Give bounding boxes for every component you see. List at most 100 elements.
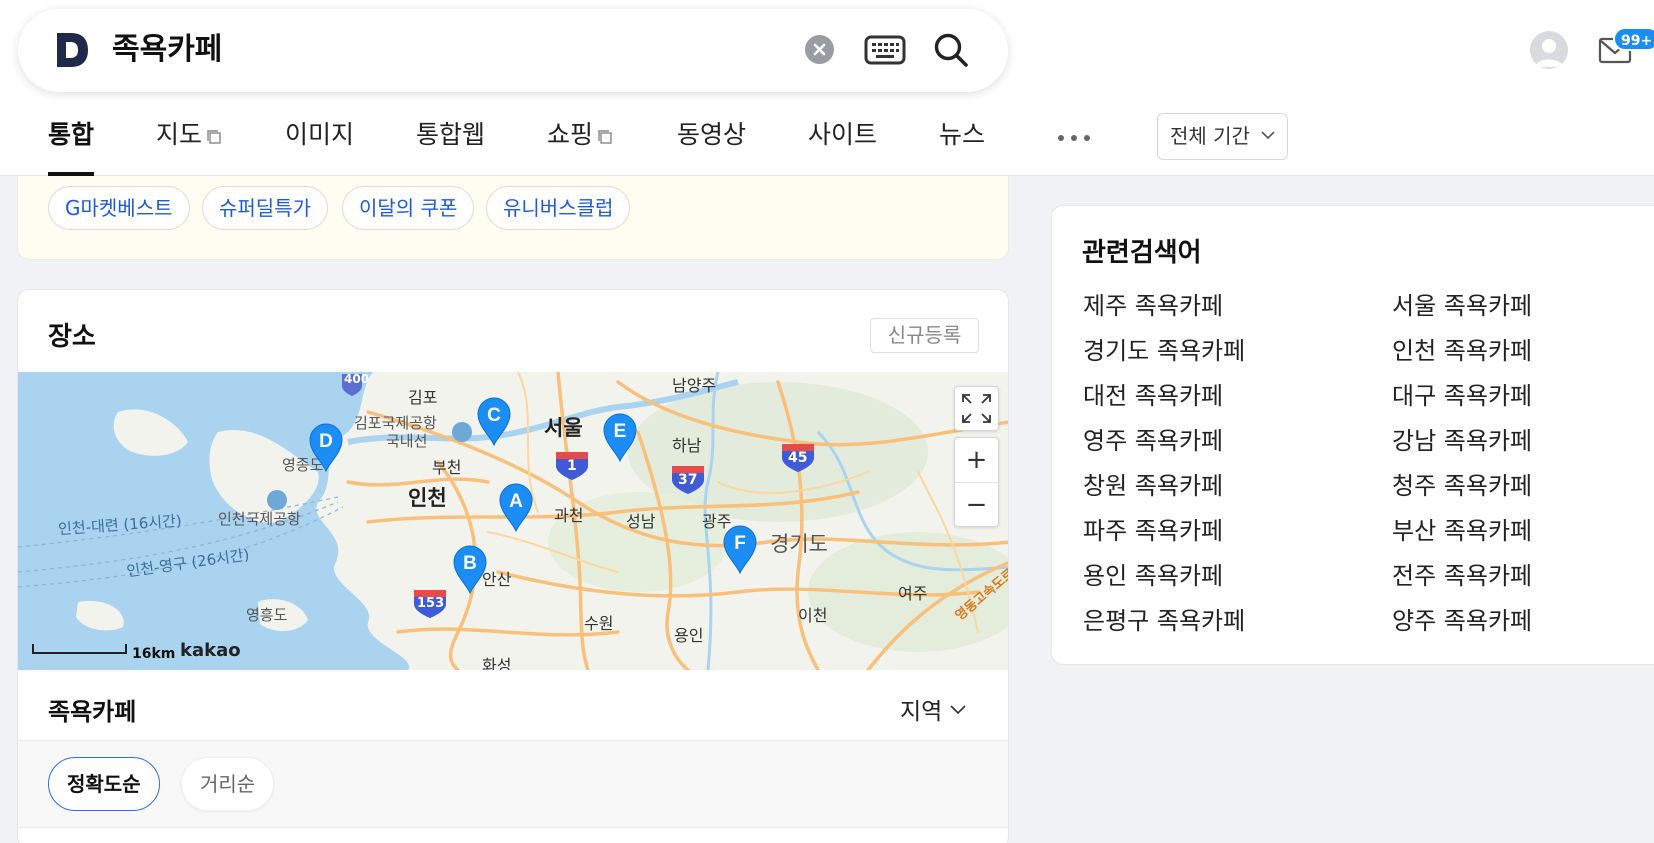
shopping-chip-bar: G마켓베스트 슈퍼딜특가 이달의 쿠폰 유니버스클럽 xyxy=(17,176,1009,260)
route-1-label: 1 xyxy=(567,458,577,474)
route-37-label: 37 xyxy=(678,472,698,488)
place-title: 장소 xyxy=(48,322,96,352)
related-searches-title: 관련검색어 xyxy=(1082,238,1202,268)
related-item[interactable]: 부산 족욕카페 xyxy=(1392,511,1532,546)
search-tabs: 통합 지도 이미지 통합웹 쇼핑 동영상 사이트 뉴스 xyxy=(0,112,1300,176)
related-item[interactable]: 청주 족욕카페 xyxy=(1392,466,1532,501)
related-item[interactable]: 양주 족욕카페 xyxy=(1392,601,1532,636)
related-item[interactable]: 대전 족욕카페 xyxy=(1083,376,1223,411)
map-pin-d[interactable]: D xyxy=(308,422,344,472)
map-label-yeoju: 여주 xyxy=(898,584,928,603)
close-icon xyxy=(813,43,826,56)
tab-map[interactable]: 지도 xyxy=(156,112,222,176)
map-label-gyeonggido: 경기도 xyxy=(770,532,828,556)
tab-web[interactable]: 통합웹 xyxy=(416,112,485,176)
related-item[interactable]: 전주 족욕카페 xyxy=(1392,556,1532,591)
chip-gmarket-best[interactable]: G마켓베스트 xyxy=(48,186,190,230)
related-item[interactable]: 파주 족욕카페 xyxy=(1083,511,1223,546)
external-link-icon xyxy=(207,130,221,144)
search-header: 족욕카페 99+ 통합 지도 이미지 통합웹 쇼핑 동영상 사이트 뉴스 전체 … xyxy=(0,0,1654,176)
tab-shopping[interactable]: 쇼핑 xyxy=(547,112,613,176)
map-label-suwon: 수원 xyxy=(584,614,614,633)
clear-search-button[interactable] xyxy=(805,35,834,64)
related-item[interactable]: 서울 족욕카페 xyxy=(1392,286,1532,321)
tab-integrated[interactable]: 통합 xyxy=(48,112,95,176)
map-label-namyangju: 남양주 xyxy=(672,376,717,395)
place-list-title: 족욕카페 xyxy=(48,698,137,726)
zoom-in-button[interactable]: + xyxy=(955,438,998,482)
chip-universe-club[interactable]: 유니버스클럽 xyxy=(486,186,631,230)
map-label-yongin: 용인 xyxy=(674,626,704,645)
related-searches-card: 관련검색어 제주 족욕카페 서울 족욕카페 경기도 족욕카페 인천 족욕카페 대… xyxy=(1051,205,1654,665)
map-view[interactable]: 400 1 37 45 153 김포 김포국제공항 국내선 서울 남양주 하남 … xyxy=(18,372,1008,670)
related-item[interactable]: 창원 족욕카페 xyxy=(1083,466,1223,501)
period-filter-dropdown[interactable]: 전체 기간 xyxy=(1157,113,1288,160)
map-label-yeongheungdo: 영흥도 xyxy=(246,606,288,624)
related-item[interactable]: 용인 족욕카페 xyxy=(1083,556,1223,591)
zoom-control: + − xyxy=(954,437,999,527)
map-label-hwaseong: 화성 xyxy=(482,656,512,670)
related-item[interactable]: 인천 족욕카페 xyxy=(1392,331,1532,366)
related-item[interactable]: 영주 족욕카페 xyxy=(1083,421,1223,456)
map-label-seoul: 서울 xyxy=(544,416,583,440)
map-pin-e-label: E xyxy=(614,421,627,442)
chevron-down-icon xyxy=(1261,131,1275,140)
keyboard-icon[interactable] xyxy=(864,33,906,67)
daum-logo[interactable] xyxy=(54,31,90,69)
search-input[interactable]: 족욕카페 xyxy=(112,31,222,69)
fullscreen-icon xyxy=(962,394,991,423)
tab-news[interactable]: 뉴스 xyxy=(939,112,985,176)
related-item[interactable]: 은평구 족욕카페 xyxy=(1083,601,1245,636)
avatar[interactable] xyxy=(1530,31,1568,69)
map-pin-c[interactable]: C xyxy=(476,396,512,446)
chevron-down-icon xyxy=(950,705,966,715)
map-pin-b[interactable]: B xyxy=(452,544,488,594)
place-card: 장소 신규등록 400 1 37 45 153 김포 김포국제공항 국내선 서울… xyxy=(17,289,1009,843)
region-filter-dropdown[interactable]: 지역 xyxy=(900,692,966,726)
tab-sites[interactable]: 사이트 xyxy=(808,112,877,176)
place-list-header: 족욕카페 지역 xyxy=(18,670,1008,740)
map-pin-f-label: F xyxy=(734,533,746,554)
map-scale-label: 16km xyxy=(132,646,176,662)
chip-monthly-coupon[interactable]: 이달의 쿠폰 xyxy=(342,186,475,230)
map-provider-logo: kakao xyxy=(180,640,241,661)
map-label-seongnam: 성남 xyxy=(626,512,656,531)
related-item[interactable]: 경기도 족욕카페 xyxy=(1083,331,1245,366)
more-tabs-icon[interactable] xyxy=(1056,132,1092,144)
route-153-label: 153 xyxy=(417,596,445,611)
sort-distance-button[interactable]: 거리순 xyxy=(181,757,275,811)
map-scale-bar xyxy=(32,644,127,654)
search-bar[interactable]: 족욕카페 xyxy=(18,9,1008,92)
map-label-hanam: 하남 xyxy=(672,436,702,455)
zoom-out-button[interactable]: − xyxy=(955,483,998,527)
tab-images[interactable]: 이미지 xyxy=(285,112,354,176)
map-label-gimpo: 김포 xyxy=(408,388,438,407)
map-pin-a-label: A xyxy=(509,491,523,512)
map-pin-c-label: C xyxy=(487,405,501,426)
map-label-incheon-airport: 인천국제공항 xyxy=(218,510,301,528)
fullscreen-button[interactable] xyxy=(954,386,999,431)
route-45-label: 45 xyxy=(788,450,808,466)
map-pin-b-label: B xyxy=(463,553,477,574)
map-label-bucheon: 부천 xyxy=(432,458,462,477)
map-label-icheon: 이천 xyxy=(798,606,828,625)
map-label-gimpo-domestic: 국내선 xyxy=(386,432,428,450)
map-pin-a[interactable]: A xyxy=(498,482,534,532)
external-link-icon xyxy=(598,130,612,144)
chip-super-deal[interactable]: 슈퍼딜특가 xyxy=(202,186,328,230)
new-register-button[interactable]: 신규등록 xyxy=(870,318,979,353)
related-item[interactable]: 제주 족욕카페 xyxy=(1083,286,1223,321)
map-pin-e[interactable]: E xyxy=(602,412,638,462)
user-icon xyxy=(1535,39,1563,67)
related-item[interactable]: 강남 족욕카페 xyxy=(1392,421,1532,456)
tab-videos[interactable]: 동영상 xyxy=(677,112,746,176)
sort-options: 정확도순 거리순 xyxy=(18,740,1008,828)
route-400-label: 400 xyxy=(344,372,370,386)
map-pin-d-label: D xyxy=(319,431,333,452)
related-item[interactable]: 대구 족욕카페 xyxy=(1392,376,1532,411)
map-pin-f[interactable]: F xyxy=(722,524,758,574)
map-label-incheon: 인천 xyxy=(408,486,447,510)
map-label-gwacheon: 과천 xyxy=(554,506,584,525)
sort-accuracy-button[interactable]: 정확도순 xyxy=(48,757,160,811)
search-icon[interactable] xyxy=(932,31,970,69)
